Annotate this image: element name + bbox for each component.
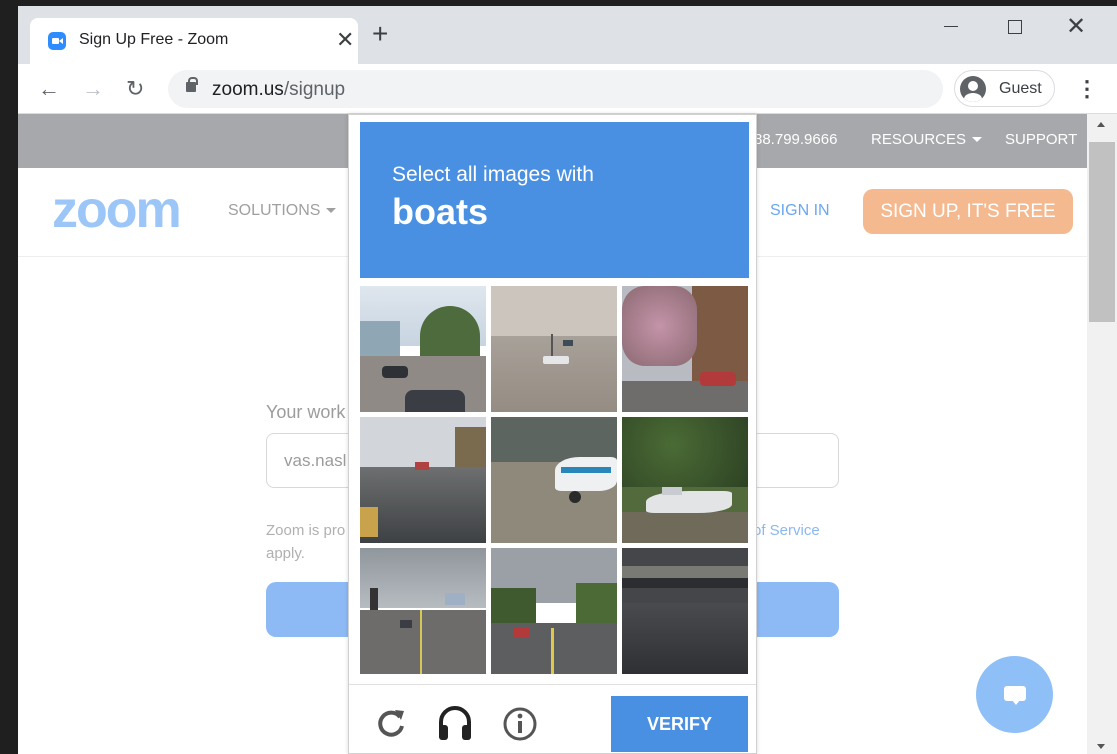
- solutions-menu[interactable]: SOLUTIONS: [228, 202, 337, 220]
- phone-number[interactable]: 88.799.9666: [754, 131, 837, 148]
- terms-text-line2: apply.: [266, 545, 305, 562]
- scroll-up-icon[interactable]: [1097, 122, 1105, 127]
- solutions-label: SOLUTIONS: [228, 202, 321, 219]
- captcha-prompt: Select all images with: [392, 163, 594, 186]
- captcha-tile[interactable]: [622, 548, 748, 674]
- info-icon[interactable]: [503, 707, 537, 741]
- captcha-tile[interactable]: [491, 417, 617, 543]
- profile-label: Guest: [999, 80, 1042, 97]
- chat-icon: [1004, 686, 1026, 705]
- url-text: zoom.us/signup: [212, 79, 346, 100]
- zoom-logo[interactable]: zoom: [52, 180, 182, 240]
- scrollbar[interactable]: [1087, 114, 1117, 754]
- chat-button[interactable]: [976, 656, 1053, 733]
- sign-up-free-button[interactable]: SIGN UP, IT'S FREE: [863, 189, 1073, 234]
- captcha-tile[interactable]: [360, 548, 486, 674]
- forward-arrow-icon[interactable]: →: [82, 76, 104, 102]
- zoom-favicon-icon: [48, 32, 66, 50]
- captcha-tile[interactable]: [622, 417, 748, 543]
- sign-in-link[interactable]: SIGN IN: [770, 202, 830, 220]
- terms-text: Zoom is pro: [266, 522, 346, 539]
- profile-button[interactable]: Guest: [954, 70, 1055, 107]
- terms-of-service-link[interactable]: of Service: [753, 522, 820, 539]
- scroll-down-icon[interactable]: [1097, 744, 1105, 749]
- tab-title: Sign Up Free - Zoom: [79, 31, 229, 48]
- email-value: vas.nasl: [284, 451, 347, 470]
- scroll-thumb[interactable]: [1089, 142, 1115, 322]
- browser-window: Sign Up Free - Zoom ✕ + ✕ ← → ↻ zoom.us/…: [18, 6, 1117, 754]
- headphones-icon[interactable]: [437, 704, 473, 742]
- tab-close-icon[interactable]: ✕: [336, 27, 354, 53]
- captcha-grid: [360, 286, 749, 675]
- minimize-icon[interactable]: [944, 26, 958, 27]
- support-link[interactable]: SUPPORT: [1005, 131, 1077, 148]
- captcha-target: boats: [392, 191, 489, 232]
- captcha-tile[interactable]: [360, 286, 486, 412]
- captcha-header: Select all images with boats: [360, 122, 749, 278]
- maximize-icon[interactable]: [1008, 20, 1022, 34]
- window-close-icon[interactable]: ✕: [1066, 12, 1086, 41]
- avatar-icon: [960, 76, 986, 102]
- chevron-down-icon: [326, 208, 337, 213]
- captcha-dialog: Select all images with boats VERIFY: [348, 114, 757, 754]
- tab-strip: Sign Up Free - Zoom ✕ + ✕: [18, 6, 1117, 64]
- divider: [349, 684, 756, 685]
- address-bar[interactable]: zoom.us/signup: [168, 70, 943, 108]
- resources-menu[interactable]: RESOURCES: [871, 131, 983, 148]
- work-email-label: Your work: [266, 402, 346, 422]
- verify-button[interactable]: VERIFY: [611, 696, 748, 752]
- captcha-tile[interactable]: [491, 548, 617, 674]
- back-arrow-icon[interactable]: ←: [38, 76, 60, 102]
- chevron-down-icon: [972, 137, 983, 142]
- new-tab-icon[interactable]: +: [372, 20, 388, 48]
- captcha-tile[interactable]: [360, 417, 486, 543]
- tab-active[interactable]: Sign Up Free - Zoom ✕: [30, 18, 358, 64]
- reload-challenge-icon[interactable]: [375, 707, 407, 739]
- lock-icon: [186, 77, 198, 92]
- reload-page-icon[interactable]: ↻: [126, 76, 144, 102]
- resources-label: RESOURCES: [871, 131, 967, 148]
- browser-toolbar: ← → ↻ zoom.us/signup Guest ⋮: [18, 64, 1117, 114]
- captcha-tile[interactable]: [622, 286, 748, 412]
- browser-menu-icon[interactable]: ⋮: [1076, 76, 1098, 102]
- captcha-tile[interactable]: [491, 286, 617, 412]
